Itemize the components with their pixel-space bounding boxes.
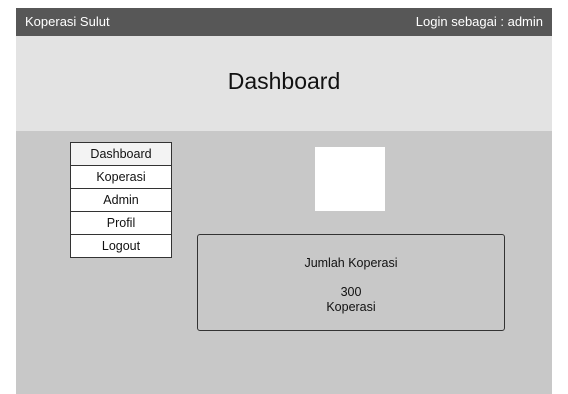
nav-item-admin[interactable]: Admin bbox=[70, 188, 172, 212]
page-header: Dashboard bbox=[16, 36, 552, 131]
card-label: Jumlah Koperasi bbox=[304, 256, 398, 270]
page-title: Dashboard bbox=[227, 68, 341, 94]
nav-item-dashboard[interactable]: Dashboard bbox=[70, 142, 172, 166]
sidebar-nav: Dashboard Koperasi Admin Profil Logout bbox=[70, 142, 172, 258]
login-status: Login sebagai : admin bbox=[415, 14, 543, 29]
brand-name: Koperasi Sulut bbox=[25, 14, 110, 29]
top-bar: Koperasi Sulut Login sebagai : admin bbox=[16, 8, 552, 36]
card-unit: Koperasi bbox=[326, 300, 376, 314]
nav-item-profil[interactable]: Profil bbox=[70, 211, 172, 235]
card-value: 300 bbox=[340, 285, 362, 299]
nav-item-koperasi[interactable]: Koperasi bbox=[70, 165, 172, 189]
app-window: Koperasi Sulut Login sebagai : admin Das… bbox=[16, 8, 552, 394]
logo-placeholder bbox=[315, 147, 385, 211]
koperasi-count-card: Jumlah Koperasi 300 Koperasi bbox=[197, 234, 505, 331]
nav-item-logout[interactable]: Logout bbox=[70, 234, 172, 258]
